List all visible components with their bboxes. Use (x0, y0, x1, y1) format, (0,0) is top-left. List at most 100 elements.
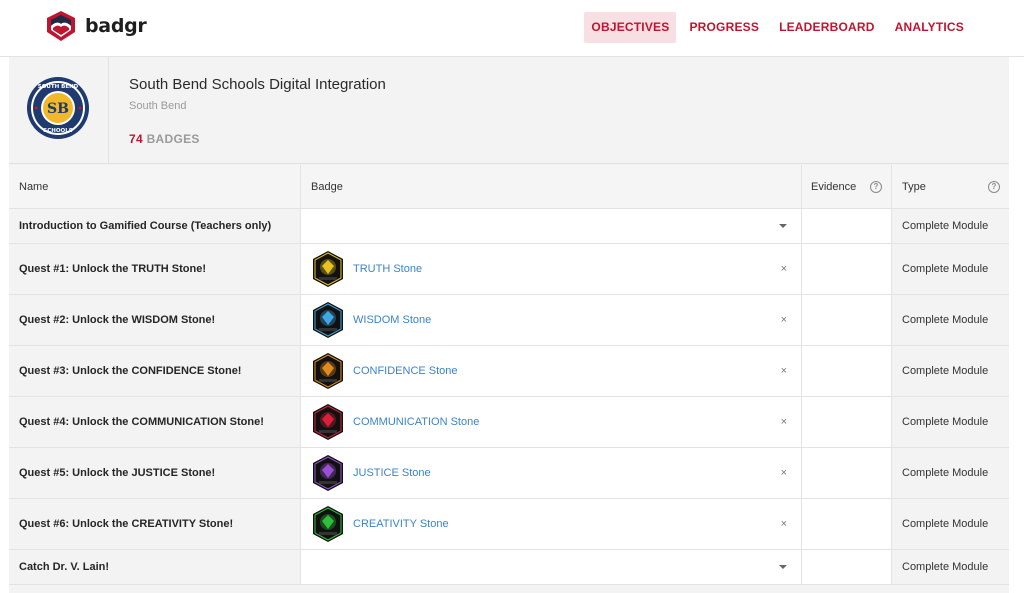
objective-name: Quest #5: Unlock the JUSTICE Stone! (19, 467, 216, 479)
objective-name-cell: Catch Dr. V. Lain! (9, 550, 300, 584)
table-row: Introduction to Gamified Course (Teacher… (9, 209, 1009, 244)
badge-dropdown[interactable] (779, 565, 787, 569)
col-header-evidence-label: Evidence (811, 180, 857, 193)
evidence-help-icon[interactable]: ? (870, 181, 882, 193)
objective-name-cell: Introduction to Gamified Course (Teacher… (9, 209, 300, 243)
evidence-cell[interactable] (801, 346, 891, 396)
chevron-down-icon (779, 224, 787, 228)
badge-cell[interactable]: JUSTICE Stone × (300, 448, 801, 498)
badge-thumbnail-icon[interactable] (311, 250, 345, 288)
badge-thumbnail-icon[interactable] (311, 352, 345, 390)
col-header-name[interactable]: Name (9, 165, 300, 208)
badge-cell[interactable]: TRUTH Stone × (300, 244, 801, 294)
objective-type: Complete Module (902, 220, 989, 232)
objective-name-cell: Quest #6: Unlock the CREATIVITY Stone! (9, 499, 300, 549)
type-cell: Complete Module (891, 346, 1009, 396)
badge-link[interactable]: CREATIVITY Stone (353, 518, 449, 530)
south-bend-schools-seal: SB SOUTH BEND SCHOOLS (27, 77, 89, 139)
evidence-cell[interactable] (801, 448, 891, 498)
nav-analytics[interactable]: ANALYTICS (888, 12, 971, 43)
type-cell: Complete Module (891, 448, 1009, 498)
col-header-type[interactable]: Type ? (891, 165, 1009, 208)
col-header-evidence[interactable]: Evidence ? (801, 165, 891, 208)
remove-badge-icon[interactable]: × (781, 467, 787, 479)
evidence-cell[interactable] (801, 295, 891, 345)
evidence-cell[interactable] (801, 550, 891, 584)
evidence-cell[interactable] (801, 397, 891, 447)
table-row: Quest #5: Unlock the JUSTICE Stone! JUST… (9, 448, 1009, 499)
type-cell: Complete Module (891, 209, 1009, 243)
badgr-logo[interactable]: badgr (45, 10, 147, 42)
badge-cell[interactable]: COMMUNICATION Stone × (300, 397, 801, 447)
remove-badge-icon[interactable]: × (781, 518, 787, 530)
badge-link[interactable]: CONFIDENCE Stone (353, 365, 458, 377)
badge-thumbnail-icon[interactable] (311, 403, 345, 441)
objective-type: Complete Module (902, 467, 989, 479)
type-cell: Complete Module (891, 397, 1009, 447)
badge-count: 74 BADGES (129, 132, 200, 146)
col-header-badge[interactable]: Badge (300, 165, 801, 208)
table-row: Catch Dr. V. Lain! Complete Module (9, 550, 1009, 585)
table-row: Quest #2: Unlock the WISDOM Stone! WISDO… (9, 295, 1009, 346)
badge-count-number: 74 (129, 132, 143, 146)
issuer-location: South Bend (129, 100, 187, 112)
badge-thumbnail-icon[interactable] (311, 454, 345, 492)
objective-name: Introduction to Gamified Course (Teacher… (19, 220, 272, 232)
remove-badge-icon[interactable]: × (781, 365, 787, 377)
evidence-cell[interactable] (801, 244, 891, 294)
badge-cell[interactable]: CONFIDENCE Stone × (300, 346, 801, 396)
table-row: Quest #1: Unlock the TRUTH Stone! TRUTH … (9, 244, 1009, 295)
badgr-shield-icon (47, 11, 75, 41)
objective-name: Quest #3: Unlock the CONFIDENCE Stone! (19, 365, 242, 377)
badge-link[interactable]: COMMUNICATION Stone (353, 416, 479, 428)
seal-ring-bottom: SCHOOLS (43, 128, 72, 134)
objective-type: Complete Module (902, 518, 989, 530)
evidence-cell[interactable] (801, 209, 891, 243)
objective-name: Quest #4: Unlock the COMMUNICATION Stone… (19, 416, 264, 428)
objective-type: Complete Module (902, 365, 989, 377)
objective-name-cell: Quest #4: Unlock the COMMUNICATION Stone… (9, 397, 300, 447)
badge-link[interactable]: TRUTH Stone (353, 263, 422, 275)
issuer-logo-cell: SB SOUTH BEND SCHOOLS (9, 57, 109, 164)
objective-name-cell: Quest #1: Unlock the TRUTH Stone! (9, 244, 300, 294)
evidence-cell[interactable] (801, 499, 891, 549)
badge-cell[interactable]: CREATIVITY Stone × (300, 499, 801, 549)
badge-dropdown[interactable] (779, 224, 787, 228)
remove-badge-icon[interactable]: × (781, 314, 787, 326)
objective-type: Complete Module (902, 416, 989, 428)
type-cell: Complete Module (891, 295, 1009, 345)
logo-text: badgr (85, 15, 147, 37)
badge-link[interactable]: WISDOM Stone (353, 314, 431, 326)
nav-objectives[interactable]: OBJECTIVES (584, 12, 677, 43)
badge-cell[interactable] (300, 209, 801, 243)
badge-thumbnail-icon[interactable] (311, 505, 345, 543)
badge-count-label: BADGES (146, 132, 200, 146)
page-content: SB SOUTH BEND SCHOOLS South Bend Schools… (9, 57, 1009, 593)
remove-badge-icon[interactable]: × (781, 263, 787, 275)
objective-name: Quest #1: Unlock the TRUTH Stone! (19, 263, 207, 275)
type-help-icon[interactable]: ? (988, 181, 1000, 193)
objective-name: Quest #6: Unlock the CREATIVITY Stone! (19, 518, 234, 530)
nav-leaderboard[interactable]: LEADERBOARD (772, 12, 882, 43)
badge-thumbnail-icon[interactable] (311, 301, 345, 339)
objective-name: Quest #2: Unlock the WISDOM Stone! (19, 314, 216, 326)
main-nav: OBJECTIVES PROGRESS LEADERBOARD ANALYTIC… (578, 12, 971, 43)
objective-type: Complete Module (902, 263, 989, 275)
objective-name-cell: Quest #3: Unlock the CONFIDENCE Stone! (9, 346, 300, 396)
top-nav-bar: badgr OBJECTIVES PROGRESS LEADERBOARD AN… (0, 0, 1024, 57)
type-cell: Complete Module (891, 499, 1009, 549)
table-header-row: Name Badge Evidence ? Type ? (9, 165, 1009, 209)
objectives-table: Name Badge Evidence ? Type ? Introductio… (9, 165, 1009, 585)
seal-initials: SB (47, 101, 69, 117)
badge-cell[interactable] (300, 550, 801, 584)
objective-name-cell: Quest #5: Unlock the JUSTICE Stone! (9, 448, 300, 498)
type-cell: Complete Module (891, 244, 1009, 294)
objective-name-cell: Quest #2: Unlock the WISDOM Stone! (9, 295, 300, 345)
badge-cell[interactable]: WISDOM Stone × (300, 295, 801, 345)
table-row: Quest #6: Unlock the CREATIVITY Stone! C… (9, 499, 1009, 550)
issuer-header: SB SOUTH BEND SCHOOLS South Bend Schools… (9, 57, 1009, 164)
nav-progress[interactable]: PROGRESS (682, 12, 766, 43)
objective-name: Catch Dr. V. Lain! (19, 561, 110, 573)
remove-badge-icon[interactable]: × (781, 416, 787, 428)
badge-link[interactable]: JUSTICE Stone (353, 467, 431, 479)
